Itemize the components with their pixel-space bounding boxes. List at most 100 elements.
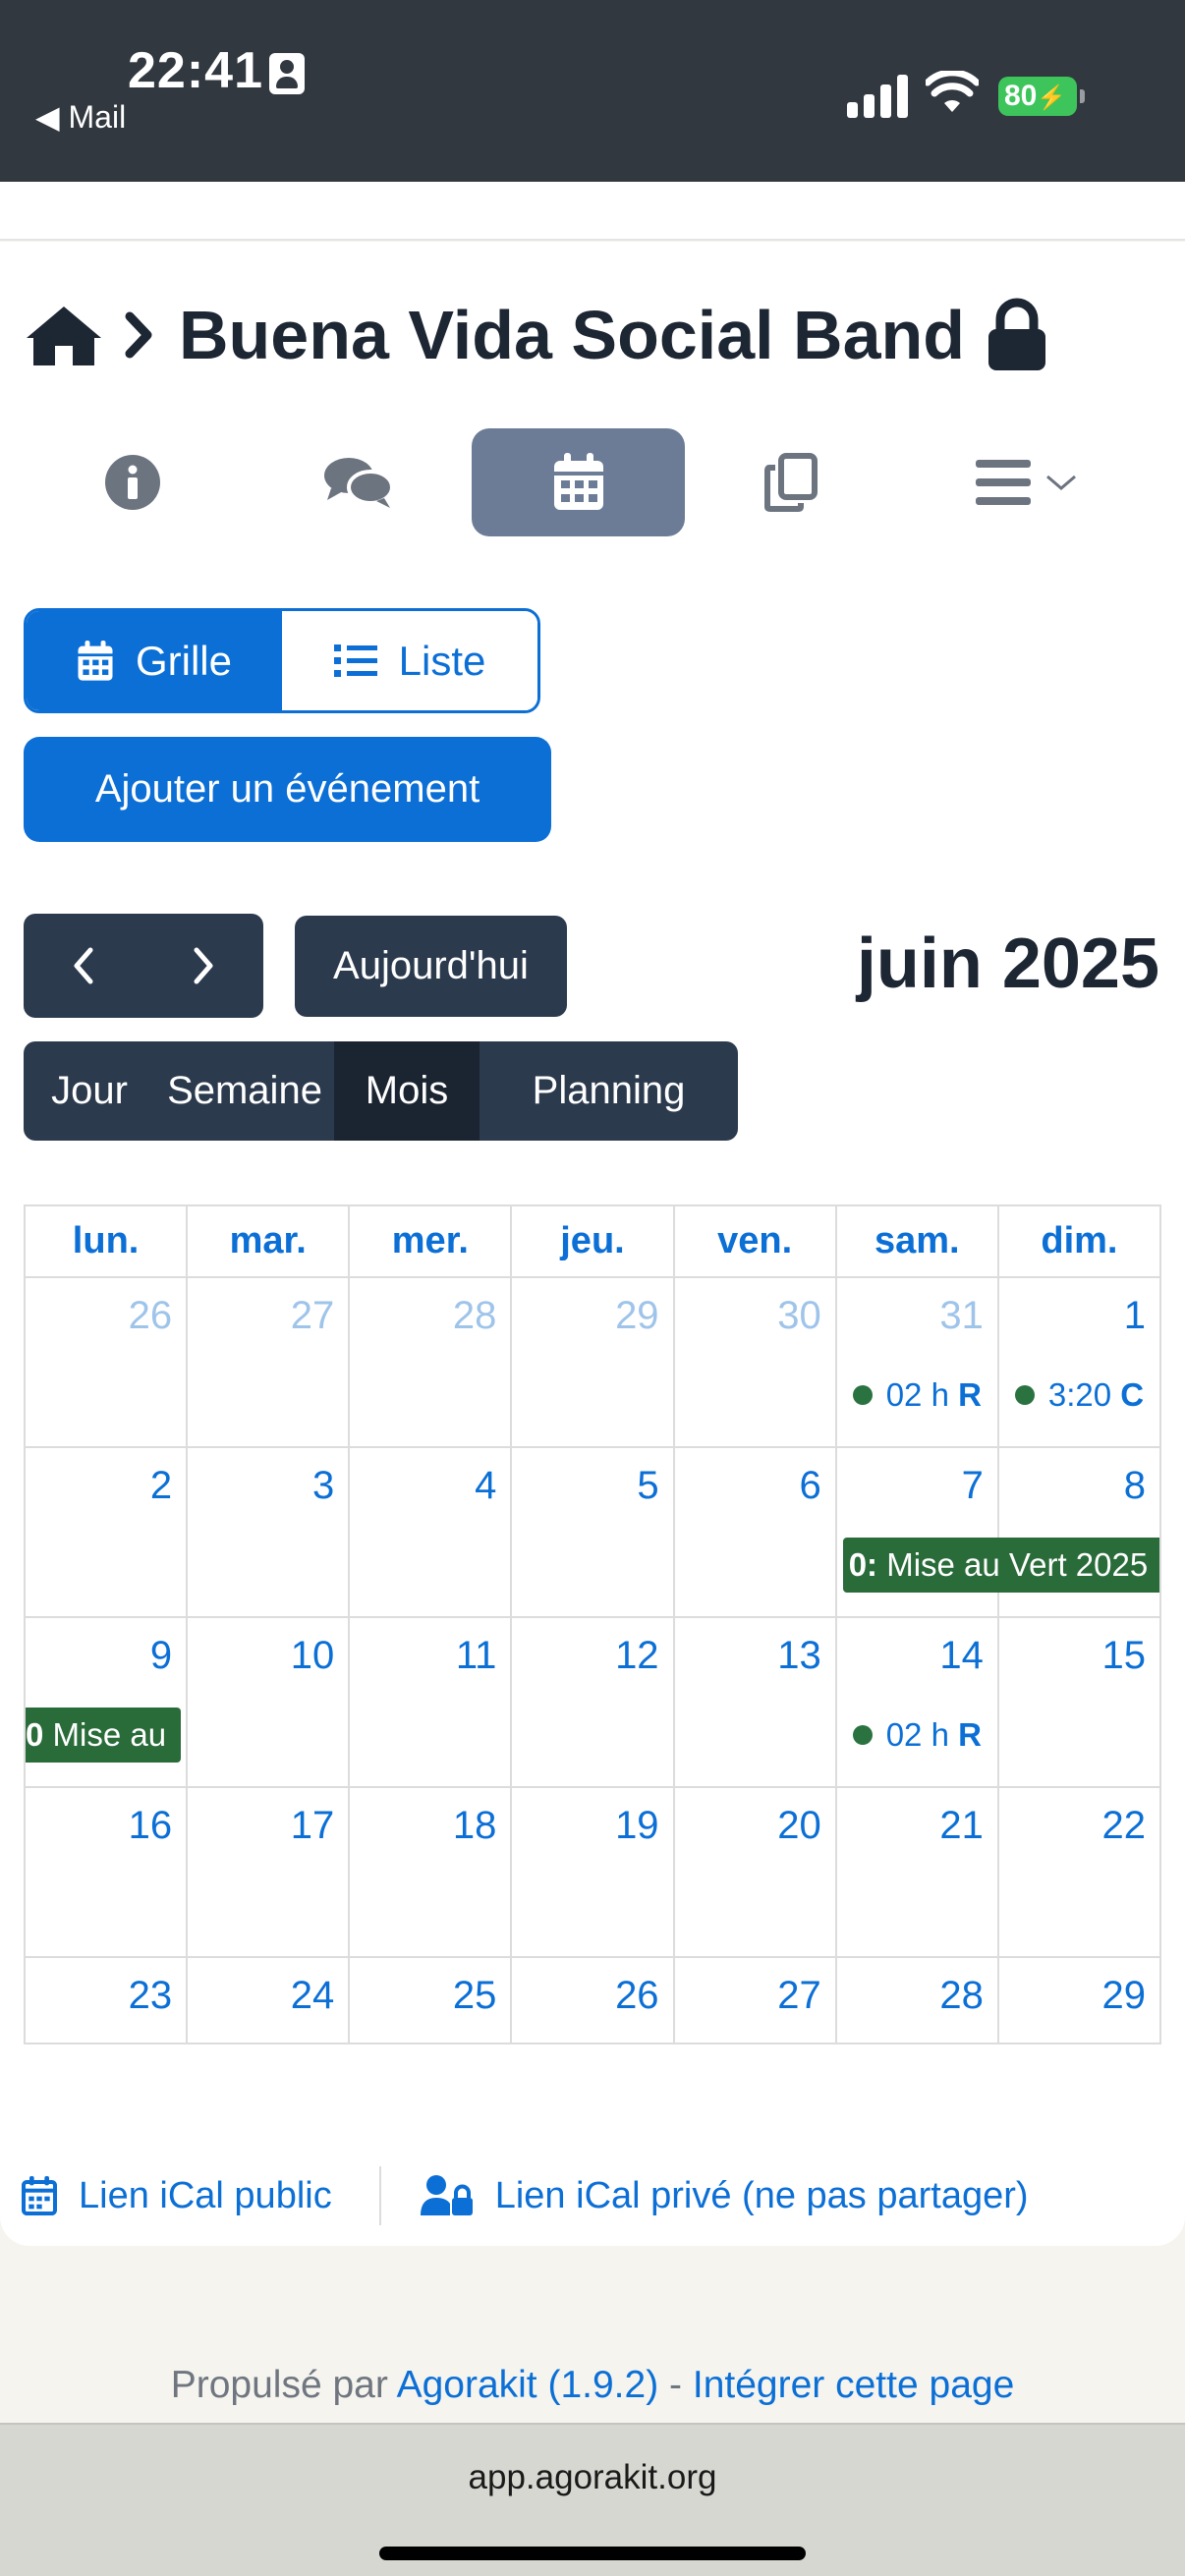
day-number[interactable]: 1 bbox=[1124, 1294, 1146, 1338]
top-strip bbox=[0, 182, 1185, 241]
day-number[interactable]: 15 bbox=[1102, 1634, 1147, 1678]
previous-month-button[interactable] bbox=[24, 914, 143, 1018]
day-number[interactable]: 23 bbox=[129, 1974, 173, 2018]
calendar-day-cell[interactable]: 21 bbox=[834, 1786, 999, 1958]
event-time: 02 h bbox=[885, 1716, 949, 1753]
day-number[interactable]: 16 bbox=[129, 1804, 173, 1848]
day-number[interactable]: 10 bbox=[291, 1634, 335, 1678]
grid-view-button[interactable]: Grille bbox=[27, 611, 282, 710]
calendar-day-cell[interactable]: 1 3:20 C bbox=[996, 1276, 1162, 1448]
day-number[interactable]: 19 bbox=[615, 1804, 659, 1848]
calendar-day-cell[interactable]: 30 bbox=[672, 1276, 837, 1448]
calendar-day-cell[interactable]: 22 bbox=[996, 1786, 1162, 1958]
calendar-day-cell[interactable]: 18 bbox=[348, 1786, 513, 1958]
calendar-event[interactable]: 02 h R bbox=[852, 1376, 997, 1414]
calendar-day-cell[interactable]: 6 bbox=[672, 1446, 837, 1618]
next-month-button[interactable] bbox=[143, 914, 263, 1018]
calendar-day-cell[interactable]: 2 bbox=[23, 1446, 189, 1618]
day-number[interactable]: 17 bbox=[291, 1804, 335, 1848]
day-number[interactable]: 27 bbox=[291, 1294, 335, 1338]
day-number[interactable]: 2 bbox=[150, 1464, 172, 1508]
calendar-day-cell[interactable]: 23 bbox=[23, 1956, 189, 2044]
calendar-day-cell[interactable]: 11 bbox=[348, 1616, 513, 1788]
home-indicator[interactable] bbox=[379, 2547, 806, 2560]
calendar-day-cell[interactable]: 15 bbox=[996, 1616, 1162, 1788]
day-number[interactable]: 22 bbox=[1102, 1804, 1147, 1848]
day-number[interactable]: 4 bbox=[475, 1464, 496, 1508]
week-view-button[interactable]: Semaine bbox=[155, 1041, 334, 1141]
day-number[interactable]: 5 bbox=[637, 1464, 658, 1508]
calendar-day-cell[interactable]: 24 bbox=[186, 1956, 351, 2044]
day-number[interactable]: 6 bbox=[799, 1464, 820, 1508]
calendar-day-cell[interactable]: 14 02 h R bbox=[834, 1616, 999, 1788]
day-number[interactable]: 3 bbox=[312, 1464, 334, 1508]
more-menu-toggle[interactable] bbox=[958, 428, 1096, 536]
calendar-day-cell[interactable]: 12 bbox=[510, 1616, 675, 1788]
calendar-day-cell[interactable]: 27 bbox=[186, 1276, 351, 1448]
day-number[interactable]: 29 bbox=[1102, 1974, 1147, 2018]
day-number[interactable]: 28 bbox=[453, 1294, 497, 1338]
calendar-event[interactable]: 3:20 C bbox=[1014, 1376, 1159, 1414]
ical-private-link[interactable]: Lien iCal privé (ne pas partager) bbox=[495, 2175, 1029, 2217]
day-number[interactable]: 11 bbox=[456, 1634, 497, 1678]
calendar-day-cell[interactable]: 17 bbox=[186, 1786, 351, 1958]
day-number[interactable]: 29 bbox=[615, 1294, 659, 1338]
day-number[interactable]: 13 bbox=[777, 1634, 821, 1678]
day-number[interactable]: 26 bbox=[129, 1294, 173, 1338]
calendar-event[interactable]: 02 h R bbox=[852, 1716, 997, 1754]
day-number[interactable]: 31 bbox=[939, 1294, 984, 1338]
url-display[interactable]: app.agorakit.org bbox=[0, 2458, 1185, 2497]
tab-info[interactable] bbox=[79, 428, 187, 536]
day-number[interactable]: 14 bbox=[939, 1634, 984, 1678]
calendar-day-cell[interactable]: 28 bbox=[834, 1956, 999, 2044]
multi-day-event-bar[interactable]: 0 Mise au bbox=[26, 1708, 181, 1763]
calendar-day-cell[interactable]: 19 bbox=[510, 1786, 675, 1958]
day-number[interactable]: 26 bbox=[615, 1974, 659, 2018]
day-number[interactable]: 18 bbox=[453, 1804, 497, 1848]
day-number[interactable]: 20 bbox=[777, 1804, 821, 1848]
battery-level: 80 bbox=[1004, 80, 1038, 112]
planning-view-button[interactable]: Planning bbox=[480, 1041, 738, 1141]
day-number[interactable]: 28 bbox=[939, 1974, 984, 2018]
calendar-day-cell[interactable]: 29 bbox=[996, 1956, 1162, 2044]
day-number[interactable]: 30 bbox=[777, 1294, 821, 1338]
calendar-day-cell[interactable]: 20 bbox=[672, 1786, 837, 1958]
day-number[interactable]: 9 bbox=[150, 1634, 172, 1678]
calendar-day-cell[interactable]: 9 0 Mise au bbox=[23, 1616, 189, 1788]
day-number[interactable]: 7 bbox=[962, 1464, 984, 1508]
ical-public-link[interactable]: Lien iCal public bbox=[79, 2175, 332, 2217]
calendar-day-cell[interactable]: 16 bbox=[23, 1786, 189, 1958]
calendar-day-cell[interactable]: 13 bbox=[672, 1616, 837, 1788]
calendar-day-cell[interactable]: 7 0: Mise au Vert 2025 bbox=[834, 1446, 1159, 1618]
calendar-day-cell[interactable]: 10 bbox=[186, 1616, 351, 1788]
calendar-day-cell[interactable]: 5 bbox=[510, 1446, 675, 1618]
add-event-button[interactable]: Ajouter un événement bbox=[24, 737, 551, 842]
day-number[interactable]: 25 bbox=[453, 1974, 497, 2018]
calendar-day-cell[interactable]: 28 bbox=[348, 1276, 513, 1448]
day-view-button[interactable]: Jour bbox=[24, 1041, 155, 1141]
home-icon[interactable] bbox=[24, 303, 104, 367]
calendar-day-cell[interactable]: 27 bbox=[672, 1956, 837, 2044]
day-number[interactable]: 8 bbox=[1124, 1464, 1146, 1508]
month-view-button[interactable]: Mois bbox=[334, 1041, 480, 1141]
agorakit-link[interactable]: Agorakit (1.9.2) bbox=[397, 2364, 659, 2406]
calendar-day-cell[interactable]: 25 bbox=[348, 1956, 513, 2044]
tab-files[interactable] bbox=[737, 428, 845, 536]
calendar-day-cell[interactable]: 26 bbox=[510, 1956, 675, 2044]
calendar-day-cell[interactable]: 4 bbox=[348, 1446, 513, 1618]
multi-day-event-bar[interactable]: 0: Mise au Vert 2025 bbox=[842, 1538, 1159, 1593]
tab-discussions[interactable] bbox=[305, 428, 413, 536]
tab-agenda[interactable] bbox=[472, 428, 685, 536]
day-number[interactable]: 12 bbox=[615, 1634, 659, 1678]
day-number[interactable]: 21 bbox=[939, 1804, 984, 1848]
calendar-day-cell[interactable]: 31 02 h R bbox=[834, 1276, 999, 1448]
day-number[interactable]: 27 bbox=[777, 1974, 821, 2018]
day-number[interactable]: 24 bbox=[291, 1974, 335, 2018]
back-to-mail-link[interactable]: ◀ Mail bbox=[35, 98, 126, 136]
calendar-day-cell[interactable]: 29 bbox=[510, 1276, 675, 1448]
embed-page-link[interactable]: Intégrer cette page bbox=[693, 2364, 1014, 2406]
today-button[interactable]: Aujourd'hui bbox=[295, 916, 567, 1017]
calendar-day-cell[interactable]: 26 bbox=[23, 1276, 189, 1448]
calendar-day-cell[interactable]: 3 bbox=[186, 1446, 351, 1618]
list-view-button[interactable]: Liste bbox=[282, 611, 537, 710]
